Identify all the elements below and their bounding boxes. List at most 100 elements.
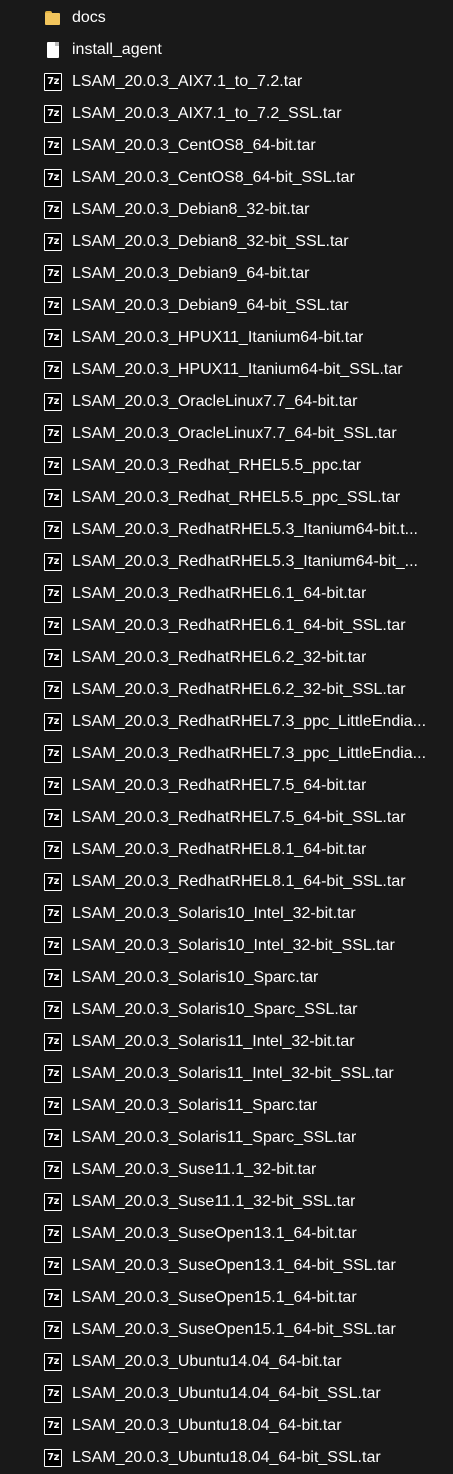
file-row[interactable]: 7z LSAM_20.0.3_Ubuntu18.04_64-bit.tar	[0, 1410, 453, 1442]
file-name: LSAM_20.0.3_SuseOpen15.1_64-bit.tar	[72, 1289, 357, 1306]
7z-archive-icon: 7z	[44, 617, 62, 635]
archive-badge-label: 7z	[45, 490, 61, 506]
file-row[interactable]: 7z LSAM_20.0.3_SuseOpen15.1_64-bit.tar	[0, 1282, 453, 1314]
file-row[interactable]: 7z LSAM_20.0.3_Ubuntu14.04_64-bit.tar	[0, 1346, 453, 1378]
file-row[interactable]: 7z LSAM_20.0.3_HPUX11_Itanium64-bit.tar	[0, 322, 453, 354]
file-row[interactable]: 7z LSAM_20.0.3_RedhatRHEL5.3_Itanium64-bi…	[0, 546, 453, 578]
7z-archive-icon: 7z	[44, 425, 62, 443]
file-row[interactable]: 7z LSAM_20.0.3_Solaris11_Intel_32-bit_SSL…	[0, 1058, 453, 1090]
archive-badge-label: 7z	[45, 234, 61, 250]
7z-archive-icon: 7z	[44, 1193, 62, 1211]
file-row[interactable]: 7z LSAM_20.0.3_RedhatRHEL7.5_64-bit_SSL.t…	[0, 802, 453, 834]
file-row[interactable]: 7z LSAM_20.0.3_CentOS8_64-bit.tar	[0, 130, 453, 162]
7z-archive-icon: 7z	[44, 1001, 62, 1019]
archive-badge-label: 7z	[45, 394, 61, 410]
file-row[interactable]: 7z LSAM_20.0.3_Solaris10_Sparc.tar	[0, 962, 453, 994]
file-row[interactable]: 7z LSAM_20.0.3_Debian8_32-bit.tar	[0, 194, 453, 226]
file-row[interactable]: 7z LSAM_20.0.3_SuseOpen13.1_64-bit.tar	[0, 1218, 453, 1250]
file-row[interactable]: 7z LSAM_20.0.3_Debian8_32-bit_SSL.tar	[0, 226, 453, 258]
7z-archive-icon: 7z	[44, 649, 62, 667]
file-row[interactable]: 7z LSAM_20.0.3_CentOS8_64-bit_SSL.tar	[0, 162, 453, 194]
file-name: LSAM_20.0.3_Solaris11_Sparc_SSL.tar	[72, 1129, 357, 1146]
7z-archive-icon: 7z	[44, 137, 62, 155]
file-row[interactable]: 7z LSAM_20.0.3_Ubuntu18.04_64-bit_SSL.tar	[0, 1442, 453, 1474]
file-name: LSAM_20.0.3_SuseOpen13.1_64-bit_SSL.tar	[72, 1257, 396, 1274]
file-row[interactable]: 7z LSAM_20.0.3_Redhat_RHEL5.5_ppc.tar	[0, 450, 453, 482]
archive-badge-label: 7z	[45, 554, 61, 570]
7z-archive-icon: 7z	[44, 553, 62, 571]
file-name: LSAM_20.0.3_Redhat_RHEL5.5_ppc_SSL.tar	[72, 489, 401, 506]
file-row[interactable]: 7z LSAM_20.0.3_OracleLinux7.7_64-bit_SSL.…	[0, 418, 453, 450]
file-row[interactable]: 7z LSAM_20.0.3_RedhatRHEL6.1_64-bit.tar	[0, 578, 453, 610]
file-row[interactable]: 7z LSAM_20.0.3_AIX7.1_to_7.2_SSL.tar	[0, 98, 453, 130]
7z-archive-icon: 7z	[44, 777, 62, 795]
7z-archive-icon: 7z	[44, 1065, 62, 1083]
7z-archive-icon: 7z	[44, 713, 62, 731]
file-row[interactable]: 7z LSAM_20.0.3_RedhatRHEL6.2_32-bit_SSL.t…	[0, 674, 453, 706]
archive-badge-label: 7z	[45, 746, 61, 762]
archive-badge-label: 7z	[45, 906, 61, 922]
archive-badge-label: 7z	[45, 778, 61, 794]
file-row[interactable]: 7z LSAM_20.0.3_Suse11.1_32-bit.tar	[0, 1154, 453, 1186]
file-row[interactable]: 7z LSAM_20.0.3_RedhatRHEL8.1_64-bit.tar	[0, 834, 453, 866]
file-row[interactable]: 7z LSAM_20.0.3_RedhatRHEL8.1_64-bit_SSL.t…	[0, 866, 453, 898]
file-name: LSAM_20.0.3_Ubuntu18.04_64-bit.tar	[72, 1417, 342, 1434]
file-name: docs	[72, 9, 106, 26]
file-name: LSAM_20.0.3_Redhat_RHEL5.5_ppc.tar	[72, 457, 362, 474]
7z-archive-icon: 7z	[44, 585, 62, 603]
7z-archive-icon: 7z	[44, 809, 62, 827]
7z-archive-icon: 7z	[44, 521, 62, 539]
7z-archive-icon: 7z	[44, 73, 62, 91]
file-name: LSAM_20.0.3_Ubuntu14.04_64-bit.tar	[72, 1353, 342, 1370]
file-row[interactable]: 7z LSAM_20.0.3_AIX7.1_to_7.2.tar	[0, 66, 453, 98]
file-name: LSAM_20.0.3_RedhatRHEL7.3_ppc_LittleEndi…	[72, 745, 427, 762]
file-name: LSAM_20.0.3_Suse11.1_32-bit.tar	[72, 1161, 317, 1178]
file-row[interactable]: 7z LSAM_20.0.3_RedhatRHEL7.3_ppc_LittleEn…	[0, 706, 453, 738]
file-row[interactable]: 7z LSAM_20.0.3_Debian9_64-bit.tar	[0, 258, 453, 290]
file-name: LSAM_20.0.3_RedhatRHEL8.1_64-bit_SSL.tar	[72, 873, 406, 890]
file-row[interactable]: 7z LSAM_20.0.3_Solaris11_Sparc_SSL.tar	[0, 1122, 453, 1154]
file-row[interactable]: 7z LSAM_20.0.3_RedhatRHEL5.3_Itanium64-bi…	[0, 514, 453, 546]
archive-badge-label: 7z	[45, 522, 61, 538]
file-name: LSAM_20.0.3_OracleLinux7.7_64-bit_SSL.ta…	[72, 425, 397, 442]
archive-badge-label: 7z	[45, 810, 61, 826]
archive-badge-label: 7z	[45, 1130, 61, 1146]
archive-badge-label: 7z	[45, 170, 61, 186]
archive-badge-label: 7z	[45, 458, 61, 474]
file-name: LSAM_20.0.3_Solaris10_Intel_32-bit.tar	[72, 905, 356, 922]
file-row[interactable]: 7z LSAM_20.0.3_Solaris11_Sparc.tar	[0, 1090, 453, 1122]
file-name: LSAM_20.0.3_RedhatRHEL7.5_64-bit_SSL.tar	[72, 809, 406, 826]
file-row[interactable]: 7z LSAM_20.0.3_HPUX11_Itanium64-bit_SSL.t…	[0, 354, 453, 386]
archive-badge-label: 7z	[45, 1258, 61, 1274]
file-row[interactable]: 7z LSAM_20.0.3_Debian9_64-bit_SSL.tar	[0, 290, 453, 322]
file-row[interactable]: 7z LSAM_20.0.3_SuseOpen15.1_64-bit_SSL.ta…	[0, 1314, 453, 1346]
7z-archive-icon: 7z	[44, 297, 62, 315]
file-row[interactable]: 7z LSAM_20.0.3_Solaris11_Intel_32-bit.tar	[0, 1026, 453, 1058]
file-row[interactable]: 7z LSAM_20.0.3_Solaris10_Intel_32-bit.tar	[0, 898, 453, 930]
file-row[interactable]: 7z LSAM_20.0.3_Ubuntu14.04_64-bit_SSL.tar	[0, 1378, 453, 1410]
file-row[interactable]: 7z LSAM_20.0.3_RedhatRHEL6.1_64-bit_SSL.t…	[0, 610, 453, 642]
7z-archive-icon: 7z	[44, 1417, 62, 1435]
file-row[interactable]: 7z LSAM_20.0.3_Solaris10_Sparc_SSL.tar	[0, 994, 453, 1026]
7z-archive-icon: 7z	[44, 841, 62, 859]
7z-archive-icon: 7z	[44, 745, 62, 763]
7z-archive-icon: 7z	[44, 681, 62, 699]
archive-badge-label: 7z	[45, 1354, 61, 1370]
file-row[interactable]: docs	[0, 2, 453, 34]
file-row[interactable]: 7z LSAM_20.0.3_RedhatRHEL7.5_64-bit.tar	[0, 770, 453, 802]
file-name: LSAM_20.0.3_RedhatRHEL6.1_64-bit.tar	[72, 585, 367, 602]
file-row[interactable]: 7z LSAM_20.0.3_Redhat_RHEL5.5_ppc_SSL.tar	[0, 482, 453, 514]
file-row[interactable]: 7z LSAM_20.0.3_SuseOpen13.1_64-bit_SSL.ta…	[0, 1250, 453, 1282]
archive-badge-label: 7z	[45, 970, 61, 986]
file-row[interactable]: 7z LSAM_20.0.3_RedhatRHEL6.2_32-bit.tar	[0, 642, 453, 674]
file-row[interactable]: 7z LSAM_20.0.3_OracleLinux7.7_64-bit.tar	[0, 386, 453, 418]
file-row[interactable]: 7z LSAM_20.0.3_RedhatRHEL7.3_ppc_LittleEn…	[0, 738, 453, 770]
archive-badge-label: 7z	[45, 1066, 61, 1082]
file-name: LSAM_20.0.3_HPUX11_Itanium64-bit_SSL.tar	[72, 361, 403, 378]
file-row[interactable]: 7z LSAM_20.0.3_Suse11.1_32-bit_SSL.tar	[0, 1186, 453, 1218]
archive-badge-label: 7z	[45, 426, 61, 442]
file-row[interactable]: install_agent	[0, 34, 453, 66]
archive-badge-label: 7z	[45, 938, 61, 954]
7z-archive-icon: 7z	[44, 1289, 62, 1307]
file-row[interactable]: 7z LSAM_20.0.3_Solaris10_Intel_32-bit_SSL…	[0, 930, 453, 962]
